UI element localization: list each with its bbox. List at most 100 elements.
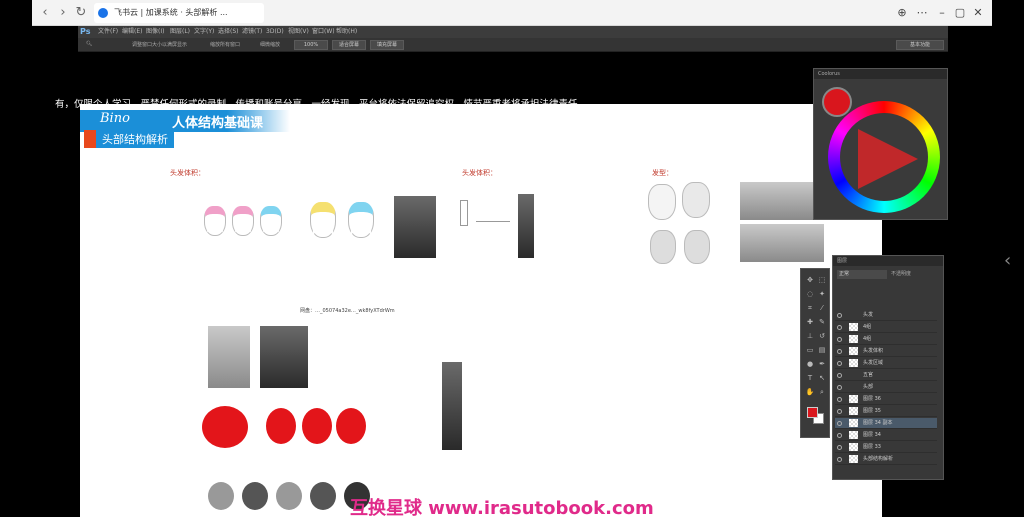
workspace-select[interactable]: 基本功能 xyxy=(896,40,944,50)
zoom-tool-icon[interactable]: ⌕ xyxy=(817,387,827,397)
eye-icon[interactable] xyxy=(837,361,842,366)
globe-icon[interactable]: ⊕ xyxy=(892,3,912,23)
head-sketch xyxy=(648,184,676,220)
eye-icon[interactable] xyxy=(837,421,842,426)
zoom-tool-icon[interactable]: 🔍︎ xyxy=(86,41,92,47)
healing-tool-icon[interactable]: ✚ xyxy=(805,317,815,327)
maximize-icon[interactable]: ▢ xyxy=(950,3,970,23)
btn-fit-screen[interactable]: 适合屏幕 xyxy=(332,40,366,50)
layer-row[interactable]: 图层 34 xyxy=(835,430,937,441)
layer-name: 4组 xyxy=(863,324,872,330)
eraser-tool-icon[interactable]: ▭ xyxy=(805,345,815,355)
menu-3d[interactable]: 3D(D) xyxy=(266,26,284,38)
chevron-right-icon[interactable]: › xyxy=(54,4,72,22)
opt-zoom-all[interactable]: 缩放所有窗口 xyxy=(210,41,240,48)
menu-filter[interactable]: 滤镜(T) xyxy=(242,26,262,38)
head-sketch xyxy=(208,482,234,510)
chevron-left-icon[interactable]: ‹ xyxy=(1004,250,1011,271)
layer-row[interactable]: 头部 xyxy=(835,382,937,393)
browser-tab[interactable]: 飞书云 | 加课系统 · 头部解析 ... xyxy=(94,3,264,23)
dodge-tool-icon[interactable]: ● xyxy=(805,359,815,369)
crop-tool-icon[interactable]: ⌗ xyxy=(805,303,815,313)
layer-name: 4组 xyxy=(863,336,872,342)
layer-row[interactable]: 图层 33 xyxy=(835,442,937,453)
lasso-tool-icon[interactable]: ◌ xyxy=(805,289,815,299)
layer-row[interactable]: 五官 xyxy=(835,370,937,381)
layer-row[interactable]: 头发体积 xyxy=(835,346,937,357)
head-sketch xyxy=(684,230,710,264)
section-title: 头部结构解析 xyxy=(102,133,168,146)
layer-row[interactable]: 头发区域 xyxy=(835,358,937,369)
hand-tool-icon[interactable]: ✋ xyxy=(805,387,815,397)
path-tool-icon[interactable]: ↖ xyxy=(817,373,827,383)
eye-icon[interactable] xyxy=(837,385,842,390)
gradient-tool-icon[interactable]: ▤ xyxy=(817,345,827,355)
layer-thumbnail xyxy=(849,335,858,343)
head-sketch xyxy=(260,206,282,236)
layer-name: 头发 xyxy=(863,312,874,318)
layer-row[interactable]: 图层 35 xyxy=(835,406,937,417)
menu-select[interactable]: 选择(S) xyxy=(218,26,239,38)
marquee-tool-icon[interactable]: ⬚ xyxy=(817,275,827,285)
eye-icon[interactable] xyxy=(837,457,842,462)
layer-row[interactable]: 头发 xyxy=(835,310,937,321)
history-brush-icon[interactable]: ↺ xyxy=(817,331,827,341)
head-sketch xyxy=(242,482,268,510)
more-icon[interactable]: ⋯ xyxy=(912,3,932,23)
document-canvas[interactable]: Bino 人体结构基础课 头部结构解析 头发体积： 头发体积： 发型： 网盘：…… xyxy=(80,104,882,517)
section-marker xyxy=(84,130,96,148)
tools-panel: ✥ ⬚ ◌ ✦ ⌗ ⁄ ✚ ✎ ⊥ ↺ ▭ ▤ ● ✒ T ↖ ✋ ⌕ xyxy=(800,268,830,438)
menu-layer[interactable]: 图层(L) xyxy=(170,26,190,38)
layer-row[interactable]: 4组 xyxy=(835,322,937,333)
opacity-label: 不透明度 xyxy=(891,271,912,277)
eye-icon[interactable] xyxy=(837,337,842,342)
layer-row[interactable]: 4组 xyxy=(835,334,937,345)
menu-edit[interactable]: 编辑(E) xyxy=(122,26,142,38)
eye-icon[interactable] xyxy=(837,397,842,402)
image-caption: 网盘：…_05074a32e…_wk8fyXTdrWm xyxy=(300,308,395,314)
eye-icon[interactable] xyxy=(837,445,842,450)
current-color-swatch[interactable] xyxy=(822,87,852,117)
blend-mode-select[interactable]: 正常 xyxy=(837,270,887,279)
head-sketch xyxy=(650,230,676,264)
wheel-center xyxy=(840,113,928,201)
menu-file[interactable]: 文件(F) xyxy=(98,26,118,38)
eye-icon[interactable] xyxy=(837,409,842,414)
layer-name: 图层 34 副本 xyxy=(863,420,893,426)
chevron-left-icon[interactable]: ‹ xyxy=(36,4,54,22)
eyedropper-tool-icon[interactable]: ⁄ xyxy=(817,303,827,313)
eye-icon[interactable] xyxy=(837,433,842,438)
layer-row-selected[interactable]: 图层 34 副本 xyxy=(835,418,937,429)
layer-row[interactable]: 图层 36 xyxy=(835,394,937,405)
opt-scrubby-zoom[interactable]: 细微缩放 xyxy=(260,41,280,48)
wand-tool-icon[interactable]: ✦ xyxy=(817,289,827,299)
eye-icon[interactable] xyxy=(837,349,842,354)
menu-image[interactable]: 图像(I) xyxy=(146,26,164,38)
menu-window[interactable]: 窗口(W) xyxy=(312,26,335,38)
brush-tool-icon[interactable]: ✎ xyxy=(817,317,827,327)
saturation-triangle[interactable] xyxy=(858,129,918,189)
move-tool-icon[interactable]: ✥ xyxy=(805,275,815,285)
type-tool-icon[interactable]: T xyxy=(805,373,815,383)
eye-icon[interactable] xyxy=(837,313,842,318)
form-diagram xyxy=(460,200,468,226)
eye-icon[interactable] xyxy=(837,325,842,330)
stamp-tool-icon[interactable]: ⊥ xyxy=(805,331,815,341)
pen-tool-icon[interactable]: ✒ xyxy=(817,359,827,369)
menu-view[interactable]: 视图(V) xyxy=(288,26,309,38)
refresh-icon[interactable]: ↻ xyxy=(72,4,90,22)
eye-icon[interactable] xyxy=(837,373,842,378)
menu-help[interactable]: 帮助(H) xyxy=(336,26,357,38)
hue-wheel[interactable] xyxy=(828,101,940,213)
layer-row[interactable]: 头部结构解析 xyxy=(835,454,937,465)
title-banner: Bino 人体结构基础课 xyxy=(80,110,290,132)
head-sketch xyxy=(276,482,302,510)
opt-resize-windows[interactable]: 调整窗口大小以满屏显示 xyxy=(132,41,187,48)
btn-fill-screen[interactable]: 填充屏幕 xyxy=(370,40,404,50)
foreground-color-swatch[interactable] xyxy=(807,407,818,418)
minimize-icon[interactable]: – xyxy=(932,3,952,23)
close-icon[interactable]: ✕ xyxy=(968,3,988,23)
btn-100-percent[interactable]: 100% xyxy=(294,40,328,50)
menu-type[interactable]: 文字(Y) xyxy=(194,26,214,38)
layer-name: 头部结构解析 xyxy=(863,456,894,462)
